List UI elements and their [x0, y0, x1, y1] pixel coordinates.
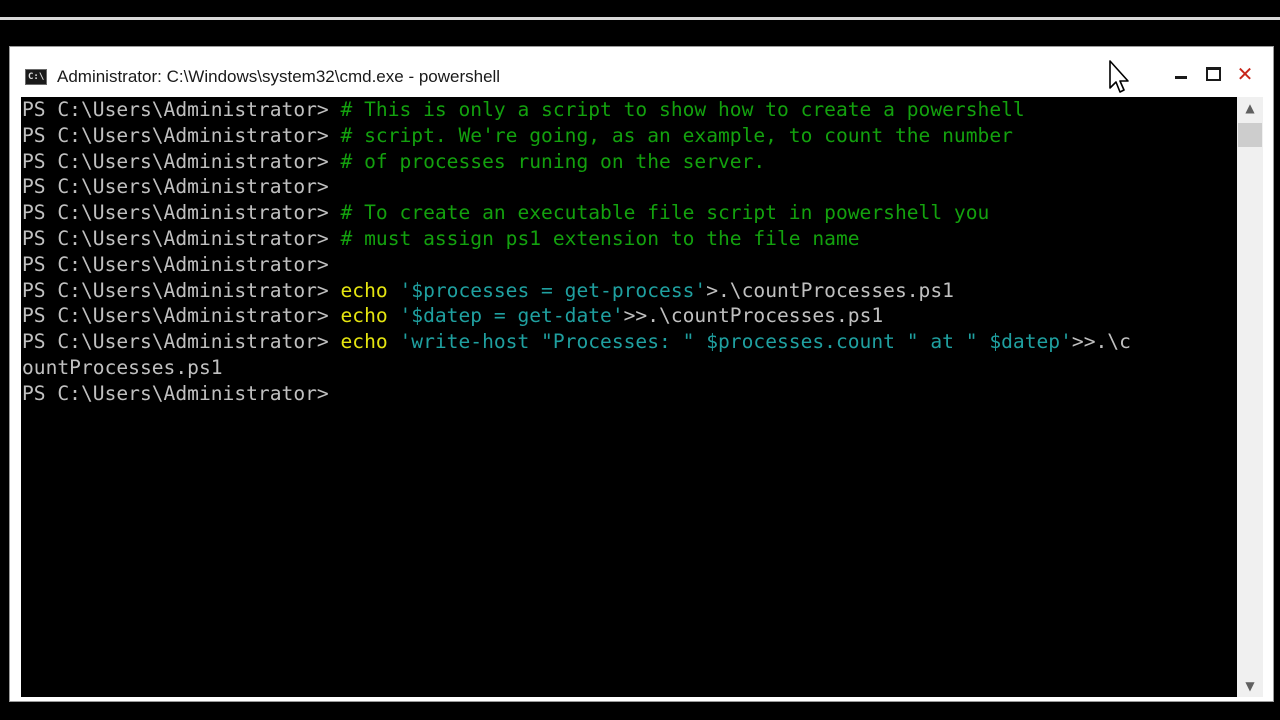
console-line: PS C:\Users\Administrator> echo '$proces…: [22, 278, 954, 304]
console-segment-plain: >>.\c: [1071, 330, 1131, 354]
console-segment-plain: [388, 330, 400, 353]
cmd-icon-text: C:\: [28, 72, 45, 82]
cmd-icon: C:\: [25, 69, 47, 85]
console-line: PS C:\Users\Administrator> echo 'write-h…: [22, 329, 1131, 355]
console-window: C:\ Administrator: C:\Windows\system32\c…: [9, 46, 1274, 702]
console-segment-plain: >.\countProcesses.ps1: [706, 278, 954, 302]
console-line: PS C:\Users\Administrator> # script. We'…: [22, 123, 1013, 149]
maximize-icon: [1205, 67, 1221, 81]
console-segment-prompt: PS C:\Users\Administrator>: [22, 381, 329, 405]
console-segment-cmd: echo: [340, 278, 388, 302]
title-bar[interactable]: C:\ Administrator: C:\Windows\system32\c…: [10, 47, 1273, 97]
console-segment-prompt: PS C:\Users\Administrator>: [22, 123, 341, 147]
console-segment-prompt: PS C:\Users\Administrator>: [22, 149, 341, 173]
console-segment-prompt: PS C:\Users\Administrator>: [22, 304, 341, 328]
console-line: ountProcesses.ps1: [22, 355, 223, 381]
console-line: PS C:\Users\Administrator> # To create a…: [22, 200, 989, 226]
minimize-button[interactable]: [1167, 61, 1195, 87]
console-segment-plain: [388, 304, 400, 327]
console-line: PS C:\Users\Administrator>: [22, 381, 329, 407]
close-icon: ✕: [1236, 62, 1254, 86]
console-segment-cmd: echo: [340, 304, 388, 328]
console-segment-prompt: PS C:\Users\Administrator>: [22, 252, 329, 276]
console-line: PS C:\Users\Administrator> # must assign…: [22, 226, 860, 252]
console-segment-plain: >>.\countProcesses.ps1: [623, 304, 884, 328]
console-segment-comment: # To create an executable file script in…: [340, 201, 990, 225]
console-line: PS C:\Users\Administrator> echo '$datep …: [22, 303, 883, 329]
console-segment-comment: # must assign ps1 extension to the file …: [340, 227, 860, 250]
vertical-scrollbar[interactable]: ▲ ▼: [1237, 97, 1263, 697]
close-button[interactable]: ✕: [1231, 61, 1259, 87]
maximize-button[interactable]: [1199, 61, 1227, 87]
scroll-thumb[interactable]: [1238, 123, 1262, 147]
console-segment-plain: ountProcesses.ps1: [22, 356, 223, 379]
mouse-pointer-icon: [1109, 60, 1129, 93]
console-segment-str: 'write-host "Processes: " $processes.cou…: [399, 330, 1072, 354]
console-line: PS C:\Users\Administrator> # of processe…: [22, 149, 765, 175]
console-segment-prompt: PS C:\Users\Administrator>: [22, 175, 329, 199]
scroll-down-arrow-icon[interactable]: ▼: [1237, 675, 1263, 697]
console-output[interactable]: PS C:\Users\Administrator> # This is onl…: [21, 97, 1237, 697]
console-segment-comment: # script. We're going, as an example, to…: [340, 123, 1013, 147]
console-segment-prompt: PS C:\Users\Administrator>: [22, 278, 341, 302]
window-title: Administrator: C:\Windows\system32\cmd.e…: [57, 67, 501, 86]
console-segment-str: '$datep = get-date': [399, 304, 624, 328]
console-segment-prompt: PS C:\Users\Administrator>: [22, 227, 341, 250]
console-segment-prompt: PS C:\Users\Administrator>: [22, 201, 341, 225]
console-segment-comment: # of processes runing on the server.: [340, 149, 766, 173]
console-segment-prompt: PS C:\Users\Administrator>: [22, 98, 341, 121]
minimize-icon: [1175, 75, 1187, 79]
console-segment-plain: [388, 279, 400, 302]
console-segment-cmd: echo: [340, 330, 388, 354]
console-segment-prompt: PS C:\Users\Administrator>: [22, 330, 341, 354]
screen-top-strip: [0, 0, 1280, 46]
console-segment-str: '$processes = get-process': [399, 278, 707, 302]
console-line: PS C:\Users\Administrator>: [22, 174, 329, 200]
console-line: PS C:\Users\Administrator> # This is onl…: [22, 97, 1025, 123]
scroll-up-arrow-icon[interactable]: ▲: [1237, 97, 1263, 119]
top-divider: [0, 17, 1280, 20]
console-line: PS C:\Users\Administrator>: [22, 252, 329, 278]
console-segment-comment: # This is only a script to show how to c…: [340, 98, 1025, 121]
